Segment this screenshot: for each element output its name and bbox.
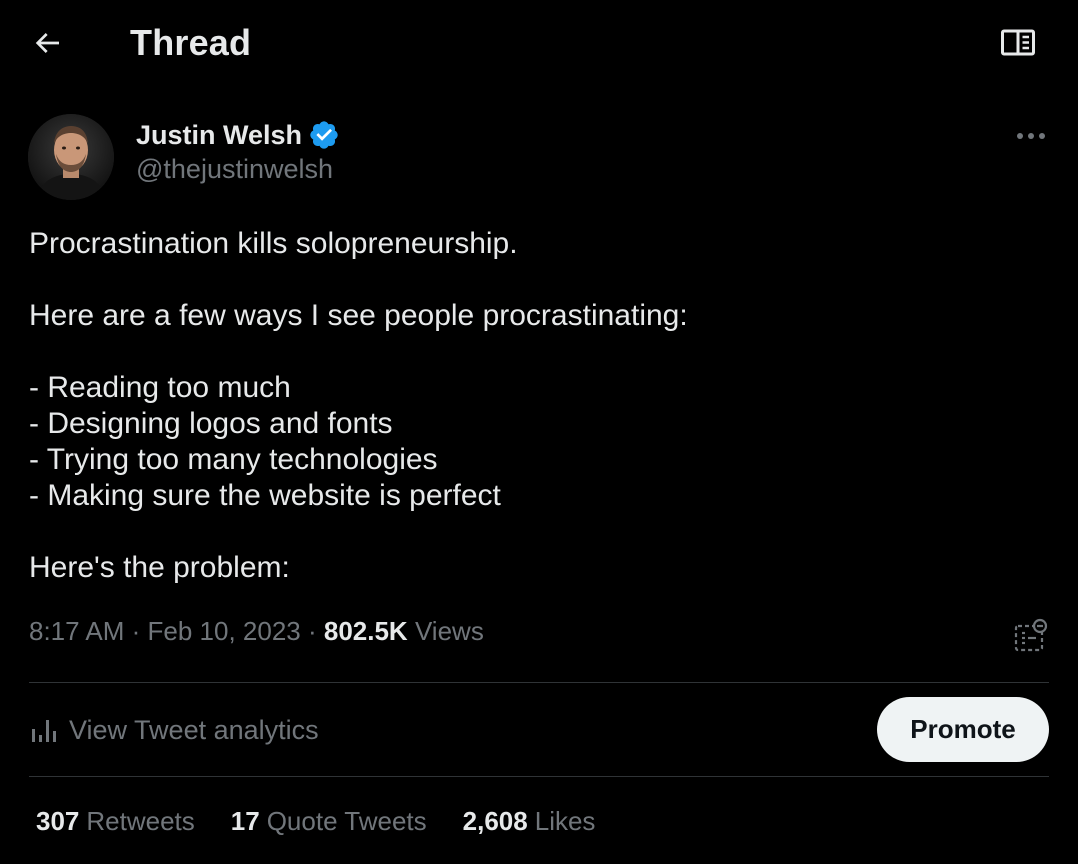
likes-stat[interactable]: 2,608 Likes xyxy=(463,806,596,837)
divider xyxy=(29,682,1049,683)
analytics-label[interactable]: View Tweet analytics xyxy=(69,715,319,746)
back-button[interactable] xyxy=(28,26,66,64)
thread-header: Thread xyxy=(0,0,1078,88)
retweets-count: 307 xyxy=(36,806,80,836)
avatar[interactable] xyxy=(28,114,114,200)
views-label: Views xyxy=(414,616,484,646)
meta-separator: · xyxy=(300,616,324,646)
author-handle[interactable]: @thejustinwelsh xyxy=(136,154,333,185)
more-options-button[interactable] xyxy=(1014,122,1048,150)
verified-badge-icon[interactable] xyxy=(308,119,340,151)
tweet-text: Procrastination kills solopreneurship. H… xyxy=(29,226,1049,586)
views-spacer xyxy=(408,616,415,647)
tweet-line: Procrastination kills solopreneurship. xyxy=(29,227,518,260)
quote-tweets-stat[interactable]: 17 Quote Tweets xyxy=(231,806,427,837)
tweet-line: - Designing logos and fonts xyxy=(29,407,393,440)
likes-label: Likes xyxy=(534,806,596,836)
tweet-line: - Trying too many technologies xyxy=(29,443,438,476)
tweet-line: - Making sure the website is perfect xyxy=(29,479,501,512)
retweets-label: Retweets xyxy=(86,806,195,836)
promote-button[interactable]: Promote xyxy=(877,697,1049,762)
tweet-line: Here's the problem: xyxy=(29,551,290,584)
author-name-row[interactable]: Justin Welsh xyxy=(136,118,340,152)
likes-count: 2,608 xyxy=(462,806,528,836)
tweet-time[interactable]: 8:17 AM xyxy=(29,616,124,647)
open-book-icon xyxy=(1000,26,1036,65)
arrow-left-icon xyxy=(31,27,63,64)
view-tweet-analytics-link[interactable]: View Tweet analytics xyxy=(29,708,319,752)
meta-separator: · xyxy=(124,616,148,646)
more-dots-icon xyxy=(1016,127,1046,145)
views-count: 802.5K xyxy=(323,616,408,646)
bar-chart-icon xyxy=(29,715,59,745)
engagement-stats: 307 Retweets 17 Quote Tweets 2,608 Likes xyxy=(36,806,631,837)
reader-mode-button[interactable] xyxy=(998,26,1038,64)
tweet-line: - Reading too much xyxy=(29,371,291,404)
divider xyxy=(29,776,1049,777)
tweet-date[interactable]: Feb 10, 2023 xyxy=(148,616,301,647)
quote-tweets-label: Quote Tweets xyxy=(266,806,427,836)
tweet-line: Here are a few ways I see people procras… xyxy=(29,299,688,332)
page-title: Thread xyxy=(130,22,252,63)
author-name[interactable]: Justin Welsh xyxy=(136,120,302,151)
tweet-meta: 8:17 AM · Feb 10, 2023 · 802.5K Views xyxy=(29,616,484,647)
conversation-controls-button[interactable] xyxy=(1014,618,1048,652)
quote-tweets-count: 17 xyxy=(230,806,260,836)
conversation-settings-icon xyxy=(1014,618,1048,656)
retweets-stat[interactable]: 307 Retweets xyxy=(36,806,195,837)
